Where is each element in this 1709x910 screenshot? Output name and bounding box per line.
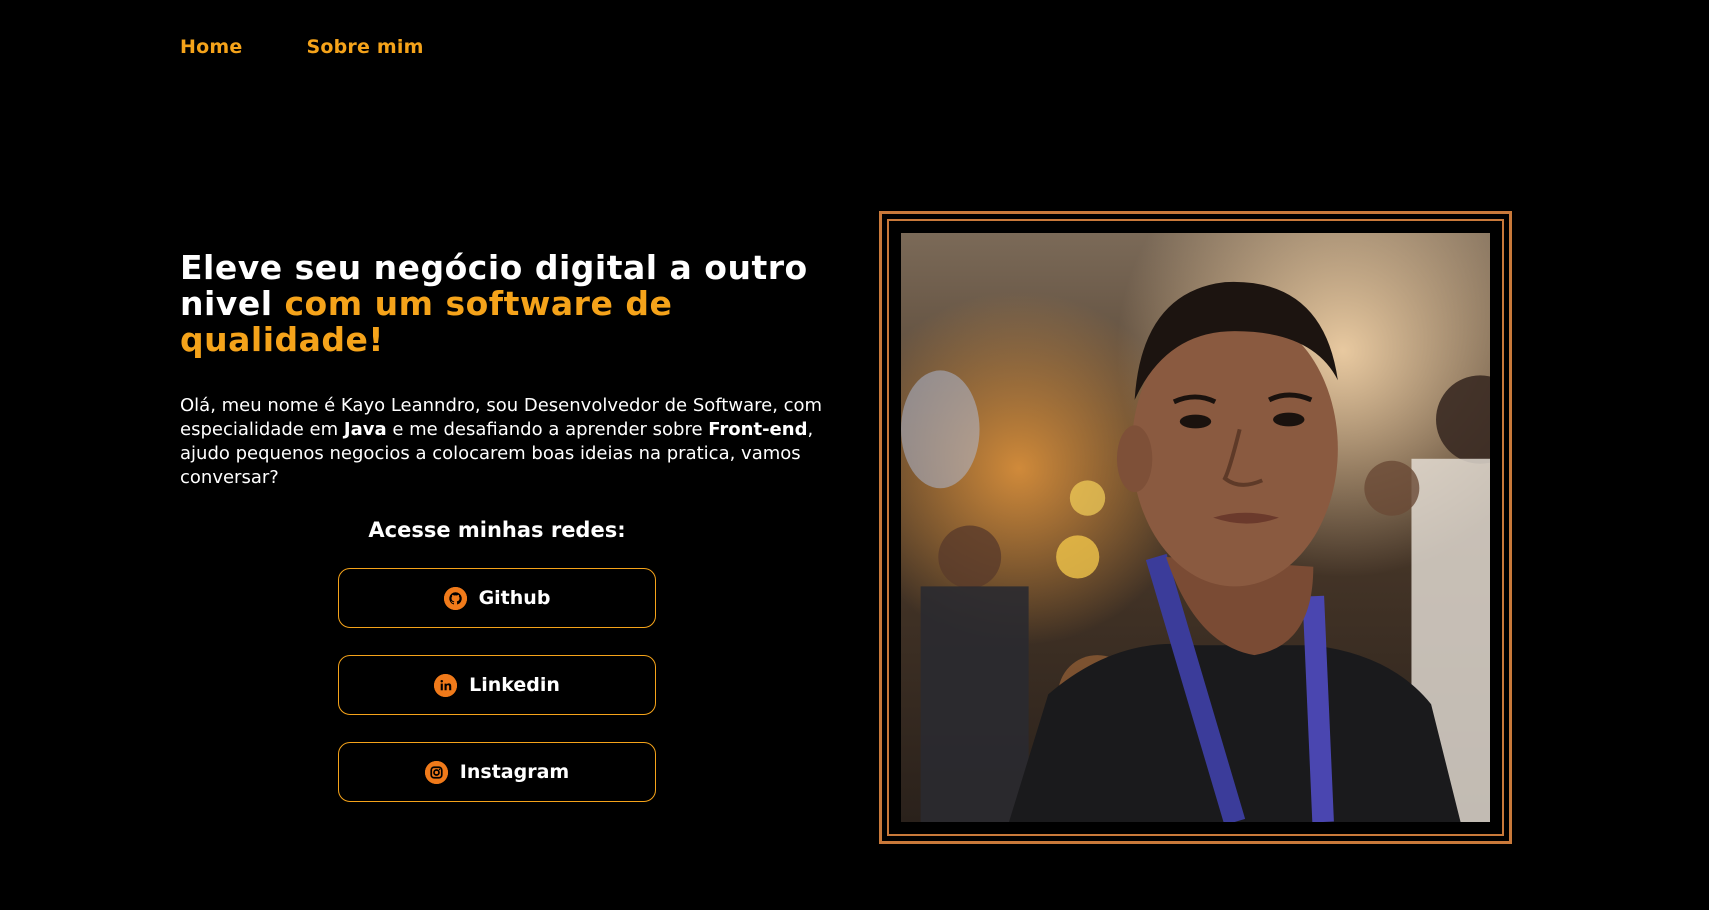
hero-headline: Eleve seu negócio digital a outro nivel … [180, 250, 830, 358]
instagram-button[interactable]: Instagram [338, 742, 656, 802]
social-title: Acesse minhas redes: [368, 518, 626, 542]
linkedin-button[interactable]: Linkedin [338, 655, 656, 715]
nav-home-link[interactable]: Home [180, 36, 242, 58]
linkedin-icon [434, 673, 458, 697]
intro-java: Java [343, 419, 387, 440]
hero-section: Eleve seu negócio digital a outro nivel … [180, 250, 830, 508]
profile-photo [901, 233, 1490, 822]
linkedin-button-label: Linkedin [469, 674, 560, 696]
github-icon [443, 586, 467, 610]
profile-photo-frame [879, 211, 1512, 844]
profile-photo-illustration [901, 281, 1490, 822]
instagram-button-label: Instagram [459, 761, 570, 783]
instagram-icon [424, 760, 448, 784]
intro-frontend: Front-end [708, 419, 808, 440]
social-section: Acesse minhas redes: Github Linkedin Ins… [338, 518, 656, 829]
intro-text-2: e me desafiando a aprender sobre [386, 419, 709, 440]
github-button[interactable]: Github [338, 568, 656, 628]
nav-about-link[interactable]: Sobre mim [306, 36, 423, 58]
hero-intro: Olá, meu nome é Kayo Leanndro, sou Desen… [180, 394, 830, 490]
github-button-label: Github [478, 587, 551, 609]
top-nav: Home Sobre mim [180, 36, 424, 58]
profile-photo-inner-frame [887, 219, 1504, 836]
